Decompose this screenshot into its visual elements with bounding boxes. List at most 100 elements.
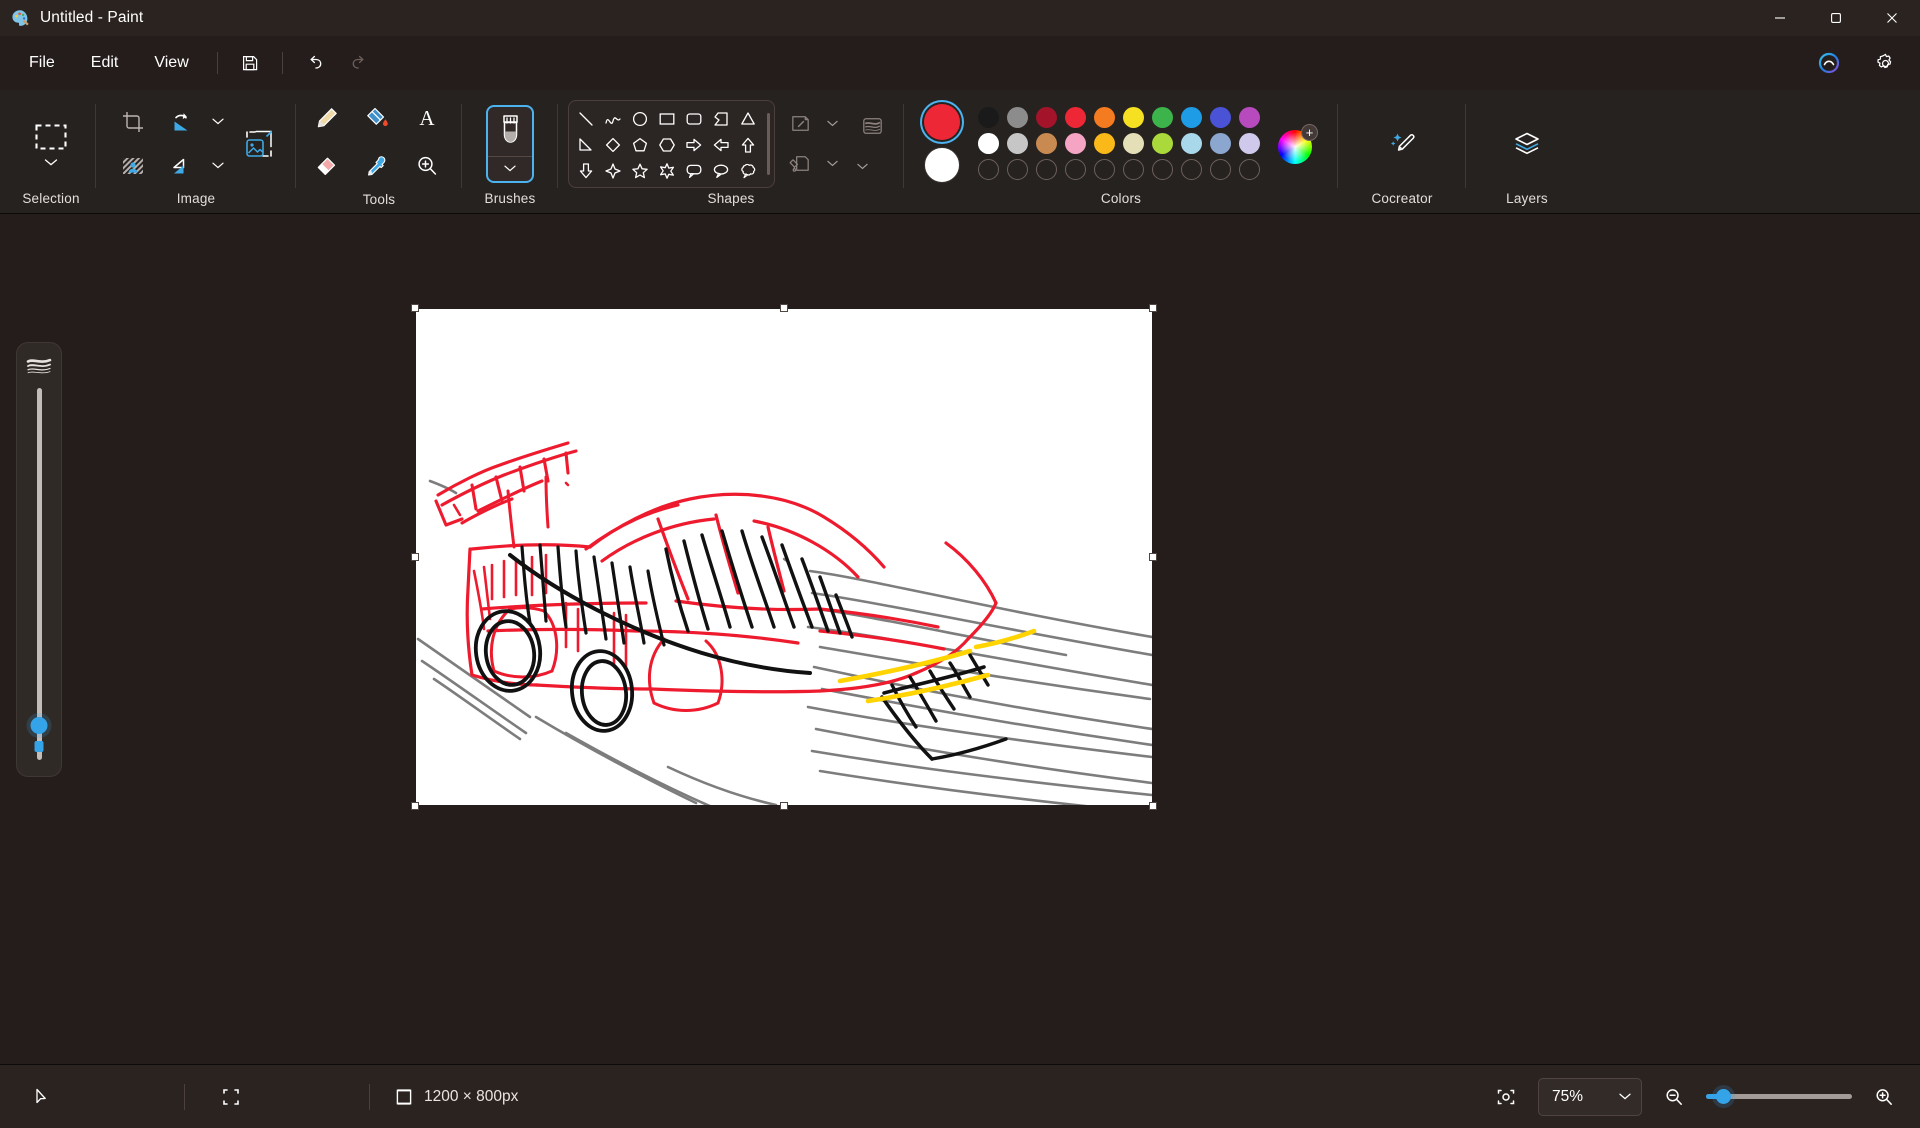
cocreator-button[interactable] bbox=[1374, 119, 1430, 169]
color-swatch[interactable] bbox=[1181, 107, 1202, 128]
color-swatch[interactable] bbox=[1239, 133, 1260, 154]
palette-cell[interactable] bbox=[1061, 157, 1090, 183]
shape-hexagon[interactable] bbox=[654, 132, 681, 158]
empty-color-slot[interactable] bbox=[1065, 159, 1086, 180]
settings-gear-icon[interactable] bbox=[1864, 44, 1906, 82]
shapes-scrollbar[interactable] bbox=[766, 112, 770, 175]
empty-color-slot[interactable] bbox=[1210, 159, 1231, 180]
text-tool[interactable]: A bbox=[404, 96, 450, 140]
shape-fill-chevron[interactable] bbox=[821, 148, 845, 180]
shape-four-point-star[interactable] bbox=[600, 158, 627, 182]
selection-tool-button[interactable] bbox=[26, 119, 76, 169]
color-swatch[interactable] bbox=[1007, 133, 1028, 154]
palette-cell[interactable] bbox=[1177, 157, 1206, 183]
eraser-tool[interactable] bbox=[304, 144, 350, 188]
zoom-in-button[interactable] bbox=[1864, 1079, 1904, 1115]
flip-button[interactable] bbox=[158, 144, 204, 188]
save-button[interactable] bbox=[229, 44, 271, 82]
selection-handle-bottom-left[interactable] bbox=[411, 802, 419, 810]
close-button[interactable] bbox=[1864, 0, 1920, 36]
color-swatch[interactable] bbox=[978, 133, 999, 154]
fill-tool[interactable] bbox=[354, 96, 400, 140]
color-swatch[interactable] bbox=[1065, 133, 1086, 154]
empty-color-slot[interactable] bbox=[978, 159, 999, 180]
rotate-menu-chevron[interactable] bbox=[206, 103, 230, 141]
paint-canvas[interactable] bbox=[416, 309, 1152, 805]
palette-cell[interactable] bbox=[1119, 131, 1148, 157]
canvas-area[interactable] bbox=[0, 214, 1920, 1064]
palette-cell[interactable] bbox=[1003, 131, 1032, 157]
palette-cell[interactable] bbox=[1235, 131, 1264, 157]
color-swatch[interactable] bbox=[1094, 107, 1115, 128]
minimize-button[interactable] bbox=[1752, 0, 1808, 36]
palette-cell[interactable] bbox=[1003, 157, 1032, 183]
shape-rectangular-callout[interactable] bbox=[681, 158, 708, 182]
brush-size-track[interactable] bbox=[30, 388, 48, 760]
palette-cell[interactable] bbox=[1206, 105, 1235, 131]
brush-size-slider[interactable] bbox=[16, 342, 62, 777]
palette-cell[interactable] bbox=[1177, 131, 1206, 157]
layers-button[interactable] bbox=[1499, 119, 1555, 169]
pencil-tool[interactable] bbox=[304, 96, 350, 140]
palette-cell[interactable] bbox=[1090, 157, 1119, 183]
shape-pentagon[interactable] bbox=[627, 132, 654, 158]
empty-color-slot[interactable] bbox=[1123, 159, 1144, 180]
palette-cell[interactable] bbox=[1235, 157, 1264, 183]
brushes-button[interactable] bbox=[486, 104, 534, 183]
empty-color-slot[interactable] bbox=[1239, 159, 1260, 180]
color-swatch[interactable] bbox=[1123, 133, 1144, 154]
palette-cell[interactable] bbox=[1206, 131, 1235, 157]
shape-polygon[interactable] bbox=[708, 106, 735, 132]
primary-color-swatch[interactable] bbox=[924, 104, 960, 140]
shape-thickness-button[interactable] bbox=[851, 108, 895, 146]
shape-five-point-star[interactable] bbox=[627, 158, 654, 182]
shape-thickness-chevron[interactable] bbox=[851, 154, 875, 180]
color-swatch[interactable] bbox=[1065, 107, 1086, 128]
shape-oval-callout[interactable] bbox=[708, 158, 735, 182]
shape-rounded-rectangle[interactable] bbox=[681, 106, 708, 132]
menu-file[interactable]: File bbox=[12, 47, 72, 79]
color-swatch[interactable] bbox=[1036, 107, 1057, 128]
zoom-slider-thumb[interactable] bbox=[1716, 1089, 1731, 1104]
color-swatch[interactable] bbox=[1007, 107, 1028, 128]
shape-diamond[interactable] bbox=[600, 132, 627, 158]
palette-cell[interactable] bbox=[1032, 105, 1061, 131]
zoom-slider[interactable] bbox=[1706, 1086, 1852, 1108]
palette-cell[interactable] bbox=[1003, 105, 1032, 131]
magnifier-tool[interactable] bbox=[404, 144, 450, 188]
brushes-chevron[interactable] bbox=[488, 157, 532, 181]
selection-handle-top-left[interactable] bbox=[411, 304, 419, 312]
palette-cell[interactable] bbox=[974, 131, 1003, 157]
palette-cell[interactable] bbox=[1119, 157, 1148, 183]
shape-six-point-star[interactable] bbox=[654, 158, 681, 182]
shape-triangle[interactable] bbox=[735, 106, 762, 132]
palette-cell[interactable] bbox=[1148, 105, 1177, 131]
undo-button[interactable] bbox=[294, 44, 336, 82]
brush-size-thumb[interactable] bbox=[30, 717, 48, 734]
edit-colors-button[interactable]: + bbox=[1278, 123, 1318, 164]
selection-handle-bottom-right[interactable] bbox=[1149, 802, 1157, 810]
shape-right-arrow[interactable] bbox=[681, 132, 708, 158]
fit-to-window-button[interactable] bbox=[1486, 1079, 1526, 1115]
color-swatch[interactable] bbox=[1123, 107, 1144, 128]
palette-cell[interactable] bbox=[1119, 105, 1148, 131]
empty-color-slot[interactable] bbox=[1036, 159, 1057, 180]
palette-cell[interactable] bbox=[1148, 131, 1177, 157]
palette-cell[interactable] bbox=[1090, 105, 1119, 131]
redo-button[interactable] bbox=[338, 44, 380, 82]
palette-cell[interactable] bbox=[974, 105, 1003, 131]
resize-button[interactable] bbox=[236, 122, 282, 166]
copilot-icon[interactable] bbox=[1808, 44, 1850, 82]
selection-handle-bottom-center[interactable] bbox=[780, 802, 788, 810]
palette-cell[interactable] bbox=[1061, 105, 1090, 131]
palette-cell[interactable] bbox=[1032, 131, 1061, 157]
shape-left-arrow[interactable] bbox=[708, 132, 735, 158]
empty-color-slot[interactable] bbox=[1007, 159, 1028, 180]
shape-down-arrow[interactable] bbox=[573, 158, 600, 182]
secondary-color-swatch[interactable] bbox=[924, 147, 960, 183]
shape-rectangle[interactable] bbox=[654, 106, 681, 132]
shape-outline-chevron[interactable] bbox=[821, 108, 845, 140]
canvas-selection[interactable] bbox=[411, 304, 1157, 810]
empty-color-slot[interactable] bbox=[1181, 159, 1202, 180]
zoom-level-select[interactable]: 75% bbox=[1538, 1077, 1642, 1116]
